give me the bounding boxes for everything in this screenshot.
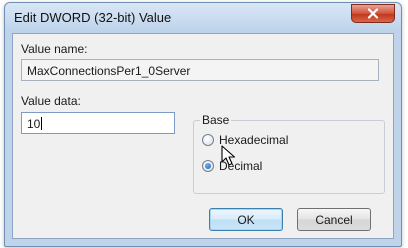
edit-dword-dialog: Edit DWORD (32-bit) Value Value name: Ma…: [4, 2, 402, 247]
value-name-label: Value name:: [21, 42, 88, 56]
base-group-title: Base: [200, 113, 232, 127]
close-icon: [367, 8, 379, 19]
close-button[interactable]: [351, 4, 395, 23]
cancel-button[interactable]: Cancel: [297, 208, 371, 231]
value-data-label: Value data:: [21, 94, 81, 108]
radio-hexadecimal-button[interactable]: [202, 134, 214, 146]
cancel-button-label: Cancel: [315, 212, 353, 227]
dialog-content: Value name: MaxConnectionsPer1_0Server V…: [12, 33, 394, 239]
radio-hexadecimal[interactable]: Hexadecimal: [202, 133, 288, 147]
title-bar[interactable]: Edit DWORD (32-bit) Value: [5, 3, 401, 33]
value-data-input[interactable]: 10: [21, 112, 175, 134]
ok-button-label: OK: [237, 212, 255, 227]
dialog-title: Edit DWORD (32-bit) Value: [14, 10, 172, 25]
value-name-field: MaxConnectionsPer1_0Server: [21, 59, 379, 81]
value-data-text: 10: [27, 117, 41, 131]
mouse-pointer-icon: [221, 145, 236, 166]
radio-decimal-button[interactable]: [202, 160, 214, 172]
ok-button[interactable]: OK: [209, 208, 283, 231]
text-caret: [41, 117, 43, 130]
value-name-text: MaxConnectionsPer1_0Server: [27, 64, 191, 78]
